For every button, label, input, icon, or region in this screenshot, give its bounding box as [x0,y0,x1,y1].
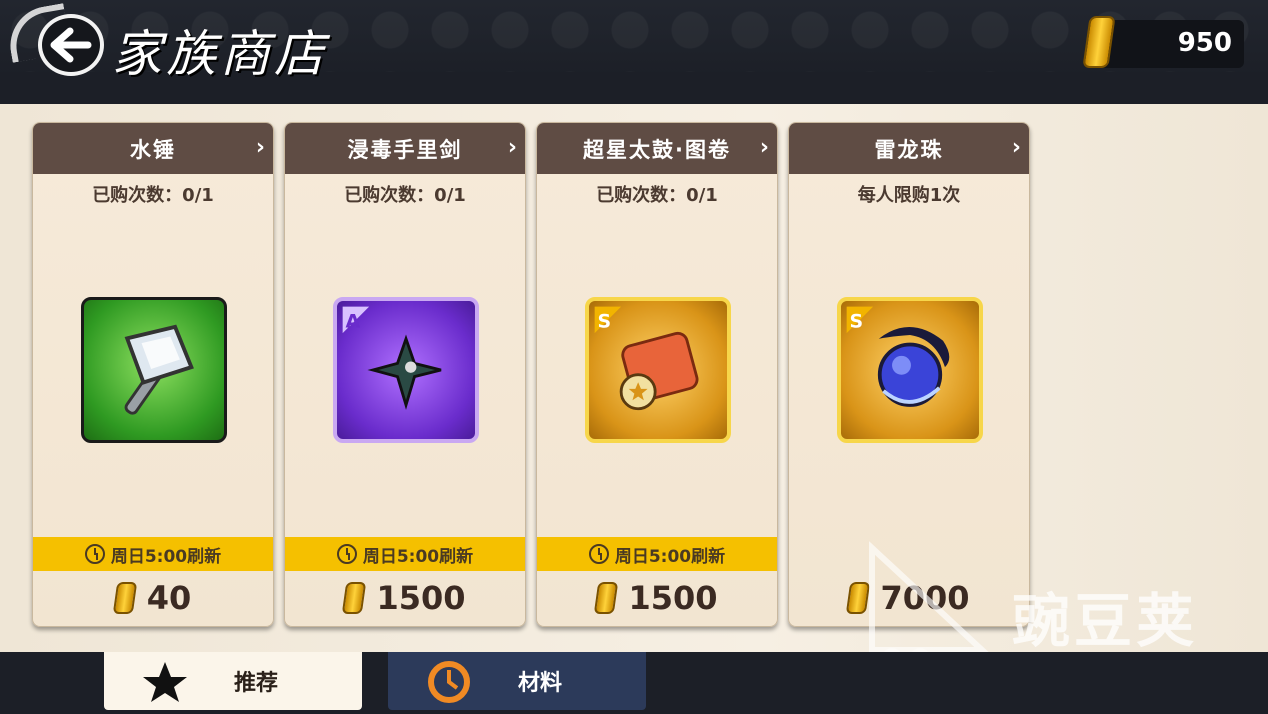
rarity-label: S [598,310,612,332]
card-header[interactable]: 超星太鼓·图卷 › [537,123,777,174]
star-icon [143,662,187,702]
gold-coin-icon [112,582,137,614]
page-title: 家族商店 [112,25,328,83]
clock-icon [84,544,105,564]
card-header[interactable]: 水锤 › [33,123,273,174]
shop-item-card[interactable]: 浸毒手里剑 › 已购次数：0/1 A 周日5:00刷新 1500 [284,122,526,627]
clock-icon [588,544,609,564]
purchase-limit: 每人限购1次 [857,185,961,206]
tab-label: 推荐 [234,671,279,696]
tab-label: 材料 [518,671,563,696]
shop-item-card[interactable]: 超星太鼓·图卷 › 已购次数：0/1 S 周日5:00刷新 1500 [536,122,778,627]
clock-icon [336,544,357,564]
currency-display: 950 [1082,16,1244,68]
arrow-left-icon [50,27,92,63]
chevron-right-icon: › [507,135,517,160]
currency-amount: 950 [1177,28,1232,58]
watermark-text: 豌豆荚 [1012,587,1199,655]
refresh-banner: 周日5:00刷新 [537,537,777,571]
scroll-icon[interactable]: S [585,297,731,443]
hammer-icon[interactable] [81,297,227,443]
orb-icon[interactable]: S [837,297,983,443]
purchase-limit: 已购次数：0/1 [344,185,466,206]
rarity-label: S [850,310,864,332]
back-button[interactable] [38,14,104,76]
item-name: 超星太鼓·图卷 [583,137,731,162]
purchase-limit: 已购次数：0/1 [596,185,718,206]
top-bar: 家族商店 950 [0,0,1268,104]
item-name: 雷龙珠 [874,137,944,162]
chevron-right-icon: › [255,135,265,160]
refresh-time: 周日5:00刷新 [110,546,222,567]
price-row: 40 [33,575,273,621]
tab-recommended[interactable]: 推荐 [104,652,362,710]
price-row: 1500 [285,575,525,621]
price-amount: 1500 [628,579,718,617]
purchase-limit: 已购次数：0/1 [92,185,214,206]
item-name: 水锤 [130,137,176,162]
card-header[interactable]: 浸毒手里剑 › [285,123,525,174]
clock-icon [428,661,470,703]
rarity-label: A [346,310,361,332]
bottom-tab-bar: 推荐 材料 [0,652,1268,714]
tab-materials[interactable]: 材料 [388,652,646,710]
shop-item-card[interactable]: 水锤 › 已购次数：0/1 周日5:00刷新 40 [32,122,274,627]
price-amount: 1500 [376,579,466,617]
watermark-logo [869,541,990,668]
refresh-banner: 周日5:00刷新 [33,537,273,571]
chevron-right-icon: › [759,135,769,160]
refresh-time: 周日5:00刷新 [614,546,726,567]
item-name: 浸毒手里剑 [347,137,463,162]
gold-coin-icon [1082,16,1116,68]
price-amount: 40 [146,579,192,617]
chevron-right-icon: › [1011,135,1021,160]
refresh-time: 周日5:00刷新 [362,546,474,567]
gold-coin-icon [342,582,367,614]
gold-coin-icon [594,582,619,614]
shuriken-icon[interactable]: A [333,297,479,443]
price-row: 1500 [537,575,777,621]
card-header[interactable]: 雷龙珠 › [789,123,1029,174]
refresh-banner: 周日5:00刷新 [285,537,525,571]
